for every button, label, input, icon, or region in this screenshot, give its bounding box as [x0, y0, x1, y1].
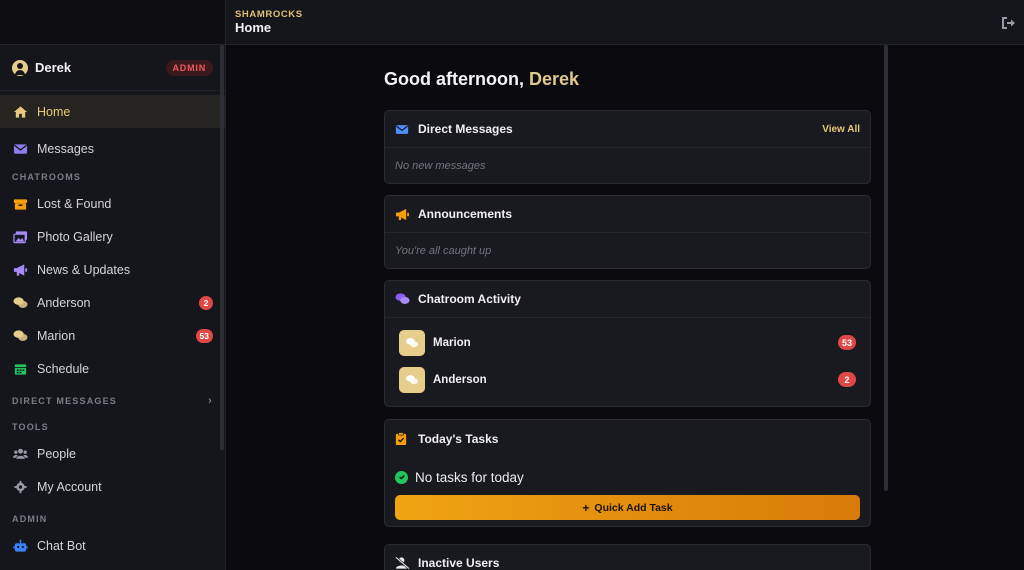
sidebar-item-label: Marion: [37, 328, 76, 343]
sidebar-item-anderson[interactable]: Anderson 2: [0, 286, 225, 319]
logout-icon[interactable]: [1000, 15, 1016, 31]
card-header: Today's Tasks: [385, 420, 870, 457]
sidebar-item-chat-bot[interactable]: Chat Bot: [0, 529, 225, 562]
card-title: Announcements: [418, 207, 513, 221]
sidebar-item-marion[interactable]: Marion 53: [0, 319, 225, 352]
sidebar-item-photo-gallery[interactable]: Photo Gallery: [0, 220, 225, 253]
clipboard-check-icon: [395, 431, 410, 446]
page-title: Home: [235, 20, 272, 35]
announcements-card: Announcements You're all caught up: [384, 195, 871, 269]
comments-icon: [12, 296, 28, 310]
sidebar-top-bar: [0, 0, 225, 45]
view-all-link[interactable]: View All: [822, 124, 860, 135]
top-header: SHAMROCKS Home: [226, 0, 1024, 45]
dashboard: Good afternoon, Derek Direct Messages Vi…: [384, 45, 871, 570]
inactive-users-card: Inactive Users: [384, 544, 871, 570]
section-tools: TOOLS: [12, 422, 49, 432]
sidebar-item-label: Schedule: [37, 361, 90, 376]
unread-count-badge: 53: [837, 335, 856, 350]
sidebar-item-schedule[interactable]: Schedule: [0, 352, 225, 385]
section-admin: ADMIN: [12, 514, 48, 524]
sidebar-item-lost-found[interactable]: Lost & Found: [0, 187, 225, 220]
sidebar-item-label: News & Updates: [37, 262, 131, 277]
chatroom-activity-card: Chatroom Activity Marion 53 Anderson 2: [384, 280, 871, 407]
user-name: Derek: [35, 60, 72, 75]
room-name: Anderson: [433, 373, 487, 386]
card-title: Chatroom Activity: [418, 292, 521, 306]
main-scrollbar[interactable]: [884, 45, 888, 491]
room-list: Marion 53 Anderson 2: [385, 318, 870, 406]
unread-count-badge: 2: [199, 295, 213, 310]
list-item[interactable]: Anderson 2: [385, 361, 870, 398]
sidebar-item-label: People: [37, 446, 76, 461]
greeting-prefix: Good afternoon,: [384, 69, 529, 89]
card-title: Inactive Users: [418, 556, 500, 570]
empty-state: You're all caught up: [395, 244, 492, 257]
card-header: Chatroom Activity: [385, 281, 870, 318]
sidebar-item-home[interactable]: Home: [0, 95, 225, 128]
users-icon: [12, 447, 28, 461]
megaphone-icon: [395, 207, 410, 221]
quick-add-task-button[interactable]: + Quick Add Task: [395, 495, 860, 520]
gear-icon: [12, 480, 28, 494]
check-circle-icon: [395, 470, 408, 484]
chatroom-avatar-icon: [399, 329, 425, 356]
room-name: Marion: [433, 336, 471, 349]
main-content: Good afternoon, Derek Direct Messages Vi…: [226, 45, 1024, 570]
unread-count-badge: 53: [195, 328, 213, 343]
sidebar-item-messages[interactable]: Messages: [0, 132, 225, 165]
user-slash-icon: [395, 556, 410, 570]
section-label: DIRECT MESSAGES: [12, 396, 118, 406]
sidebar-item-label: My Account: [37, 479, 102, 494]
comments-icon: [395, 292, 410, 306]
card-header: Announcements: [385, 196, 870, 233]
sidebar-item-label: Chat Bot: [37, 538, 86, 553]
admin-badge: ADMIN: [165, 59, 213, 76]
sidebar-item-label: Lost & Found: [37, 196, 112, 211]
calendar-icon: [12, 362, 28, 376]
section-chatrooms: CHATROOMS: [12, 172, 82, 182]
sidebar-item-news-updates[interactable]: News & Updates: [0, 253, 225, 286]
comments-icon: [12, 329, 28, 343]
direct-messages-card: Direct Messages View All No new messages: [384, 110, 871, 184]
section-direct-messages[interactable]: DIRECT MESSAGES ›: [0, 391, 225, 411]
card-title: Today's Tasks: [418, 431, 499, 446]
sidebar-item-label: Anderson: [37, 295, 91, 310]
sidebar: Derek ADMIN Home Messages CHATROOMS Lost…: [0, 0, 226, 570]
sidebar-item-label: Messages: [37, 141, 94, 156]
chevron-right-icon: ›: [208, 395, 213, 407]
card-header: Inactive Users: [385, 545, 870, 570]
sidebar-user[interactable]: Derek ADMIN: [0, 45, 225, 91]
greeting: Good afternoon, Derek: [384, 69, 871, 91]
envelope-icon: [395, 122, 410, 136]
card-title: Direct Messages: [418, 122, 513, 136]
user-avatar-icon: [12, 59, 28, 76]
sidebar-item-label: Home: [37, 104, 71, 119]
greeting-name: Derek: [528, 69, 580, 89]
plus-icon: +: [582, 500, 590, 515]
megaphone-icon: [12, 263, 28, 277]
card-header: Direct Messages View All: [385, 111, 870, 148]
envelope-icon: [12, 142, 28, 156]
unread-count-badge: 2: [838, 372, 856, 387]
tasks-empty-text: No tasks for today: [415, 469, 524, 485]
empty-state: No new messages: [395, 159, 486, 172]
sidebar-item-my-account[interactable]: My Account: [0, 470, 225, 503]
tasks-empty-state: No tasks for today: [385, 459, 870, 495]
images-icon: [12, 230, 28, 244]
chatroom-avatar-icon: [399, 366, 425, 393]
sidebar-item-people[interactable]: People: [0, 437, 225, 470]
brand-name: SHAMROCKS: [235, 9, 303, 20]
robot-icon: [12, 539, 28, 553]
button-label: Quick Add Task: [594, 501, 673, 514]
sidebar-scrollbar[interactable]: [220, 45, 224, 450]
box-icon: [12, 197, 28, 211]
sidebar-nav: Home Messages CHATROOMS Lost & Found Pho…: [0, 91, 225, 562]
home-icon: [12, 105, 28, 119]
list-item[interactable]: Marion 53: [385, 324, 870, 361]
tasks-card: Today's Tasks No tasks for today + Quick…: [384, 419, 871, 527]
sidebar-item-label: Photo Gallery: [37, 229, 113, 244]
